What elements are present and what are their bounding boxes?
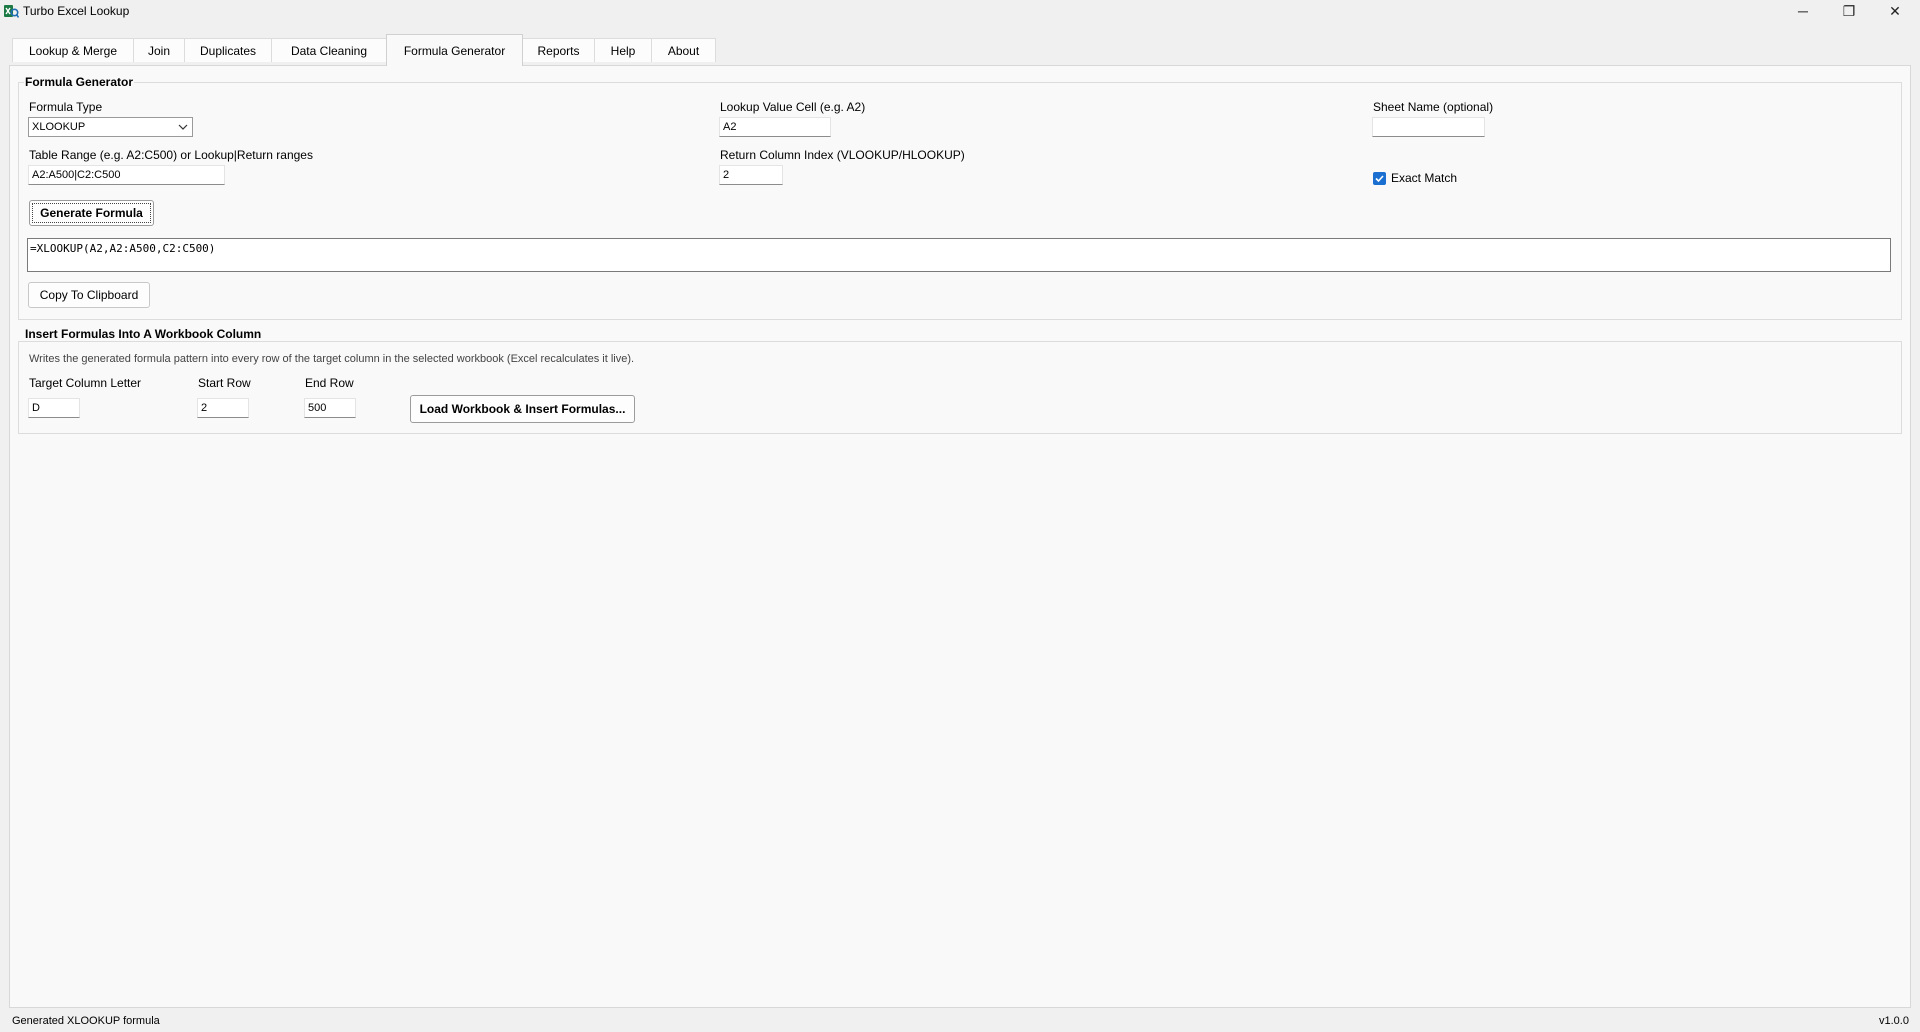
target-column-field[interactable]: D [28,398,80,418]
return-index-label: Return Column Index (VLOOKUP/HLOOKUP) [720,148,965,162]
generate-formula-label: Generate Formula [40,206,143,220]
status-message: Generated XLOOKUP formula [12,1015,160,1027]
sheet-name-label: Sheet Name (optional) [1373,100,1494,114]
close-icon: ✕ [1889,2,1901,19]
lookup-value-label: Lookup Value Cell (e.g. A2) [720,100,866,114]
copy-to-clipboard-button[interactable]: Copy To Clipboard [28,282,150,308]
version-label: v1.0.0 [1879,1015,1909,1027]
status-bar: Generated XLOOKUP formula v1.0.0 [0,1008,1920,1032]
exact-match-label[interactable]: Exact Match [1391,171,1457,185]
lookup-value-field[interactable]: A2 [719,117,831,137]
end-row-label: End Row [305,376,354,390]
title-bar: Turbo Excel Lookup ─ ❐ ✕ [0,0,1920,24]
maximize-button[interactable]: ❐ [1826,0,1872,22]
chevron-down-icon [178,124,188,130]
load-workbook-insert-button[interactable]: Load Workbook & Insert Formulas... [410,395,635,423]
tab-label: About [667,43,700,58]
tab-label: Reports [537,43,580,58]
tab-join[interactable]: Join [133,38,185,62]
window-title: Turbo Excel Lookup [23,4,130,18]
tab-label: Duplicates [199,43,257,58]
copy-to-clipboard-label: Copy To Clipboard [39,288,139,302]
generate-formula-button[interactable]: Generate Formula [29,200,154,226]
tab-about[interactable]: About [651,38,716,62]
checkmark-icon [1375,175,1384,183]
end-row-field[interactable]: 500 [304,398,356,418]
tab-data-cleaning[interactable]: Data Cleaning [271,38,387,62]
formula-output-box[interactable]: =XLOOKUP(A2,A2:A500,C2:C500) [27,238,1891,272]
sheet-name-field[interactable] [1372,117,1485,137]
insert-formulas-group-title: Insert Formulas Into A Workbook Column [24,327,263,341]
return-index-field[interactable]: 2 [719,165,783,185]
app-logo-icon [4,5,19,18]
formula-generator-group-title: Formula Generator [24,75,135,89]
table-range-label: Table Range (e.g. A2:C500) or Lookup|Ret… [29,148,313,162]
exact-match-checkbox[interactable] [1373,172,1386,185]
load-workbook-insert-label: Load Workbook & Insert Formulas... [419,402,626,416]
start-row-label: Start Row [198,376,251,390]
tab-label: Lookup & Merge [28,43,118,58]
minimize-icon: ─ [1798,3,1808,19]
tab-label: Join [147,43,170,58]
minimize-button[interactable]: ─ [1780,0,1826,22]
tab-bar: Lookup & Merge Join Duplicates Data Clea… [12,34,1902,66]
tab-label: Formula Generator [403,43,506,58]
tab-reports[interactable]: Reports [522,38,595,62]
tab-label: Data Cleaning [290,43,368,58]
tab-label: Help [610,43,636,58]
close-button[interactable]: ✕ [1872,0,1918,22]
restore-icon: ❐ [1842,2,1856,19]
formula-type-label: Formula Type [29,100,103,114]
formula-type-value: XLOOKUP [32,121,86,133]
tab-duplicates[interactable]: Duplicates [184,38,272,62]
tab-formula-generator[interactable]: Formula Generator [386,34,523,66]
tab-help[interactable]: Help [594,38,652,62]
formula-generator-group [18,82,1902,320]
insert-description: Writes the generated formula pattern int… [29,353,635,365]
table-range-field[interactable]: A2:A500|C2:C500 [28,165,225,185]
tab-lookup-merge[interactable]: Lookup & Merge [12,38,134,62]
target-column-label: Target Column Letter [29,376,142,390]
formula-type-select[interactable]: XLOOKUP [28,117,193,137]
start-row-field[interactable]: 2 [197,398,249,418]
